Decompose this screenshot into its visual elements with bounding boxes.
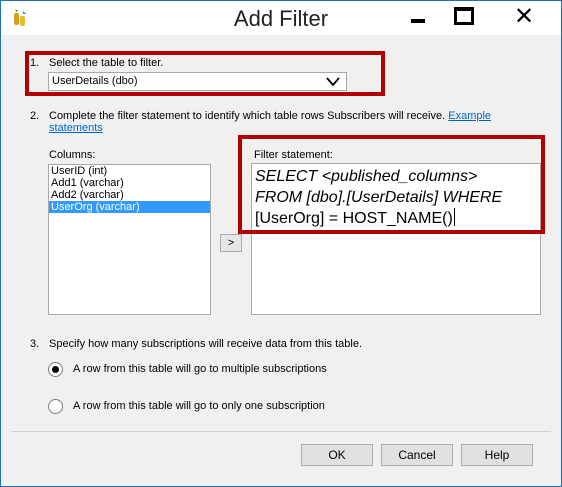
filter-line-3: [UserOrg] = HOST_NAME() <box>255 210 453 227</box>
maximize-icon <box>453 7 474 25</box>
maximize-button[interactable] <box>441 1 486 31</box>
step3-label: Specify how many subscriptions will rece… <box>49 338 363 350</box>
step2-number: 2. <box>30 110 40 122</box>
table-select-value: UserDetails (dbo) <box>52 75 138 87</box>
add-column-button[interactable]: > <box>220 234 242 252</box>
minimize-button[interactable] <box>395 1 440 31</box>
step1-number: 1. <box>30 57 40 69</box>
list-item-column-selected[interactable]: UserOrg (varchar) <box>49 201 210 213</box>
add-filter-dialog: Add Filter ✕ 1. Select the table to filt… <box>0 0 562 487</box>
minimize-icon <box>410 19 425 23</box>
divider <box>11 431 551 432</box>
filter-statement-text[interactable]: SELECT <published_columns> FROM [dbo].[U… <box>255 166 535 229</box>
chevron-down-icon[interactable] <box>326 76 340 88</box>
title-bar[interactable]: Add Filter ✕ <box>1 1 561 35</box>
radio-selected-dot <box>52 366 59 373</box>
example-statements-link-cont[interactable]: statements <box>49 122 103 134</box>
filter-statement-label: Filter statement: <box>254 149 333 161</box>
example-statements-link[interactable]: Example <box>448 110 491 122</box>
filter-line-1: SELECT <published_columns> <box>255 168 478 185</box>
step2-label: Complete the filter statement to identif… <box>49 110 491 122</box>
cancel-button[interactable]: Cancel <box>381 444 453 466</box>
radio-multiple-label[interactable]: A row from this table will go to multipl… <box>73 363 327 375</box>
list-item-column[interactable]: Add2 (varchar) <box>49 189 210 201</box>
close-icon: ✕ <box>513 2 535 30</box>
step1-label: Select the table to filter. <box>49 57 164 69</box>
columns-label: Columns: <box>49 149 96 161</box>
text-caret <box>453 208 455 226</box>
step3-number: 3. <box>30 338 40 350</box>
radio-multiple-subscriptions[interactable] <box>48 362 63 377</box>
filter-line-3-wrap: [UserOrg] = HOST_NAME() <box>255 208 535 229</box>
list-item-column[interactable]: Add1 (varchar) <box>49 177 210 189</box>
filter-line-2: FROM [dbo].[UserDetails] WHERE <box>255 189 503 206</box>
radio-single-label[interactable]: A row from this table will go to only on… <box>73 400 325 412</box>
ok-button[interactable]: OK <box>301 444 373 466</box>
list-item-column[interactable]: UserID (int) <box>49 165 210 177</box>
columns-list[interactable]: UserID (int) Add1 (varchar) Add2 (varcha… <box>48 164 211 315</box>
help-button[interactable]: Help <box>461 444 533 466</box>
step2-label-text: Complete the filter statement to identif… <box>49 110 446 122</box>
close-button[interactable]: ✕ <box>487 1 561 31</box>
table-select[interactable]: UserDetails (dbo) <box>48 72 347 91</box>
radio-single-subscription[interactable] <box>48 399 63 414</box>
